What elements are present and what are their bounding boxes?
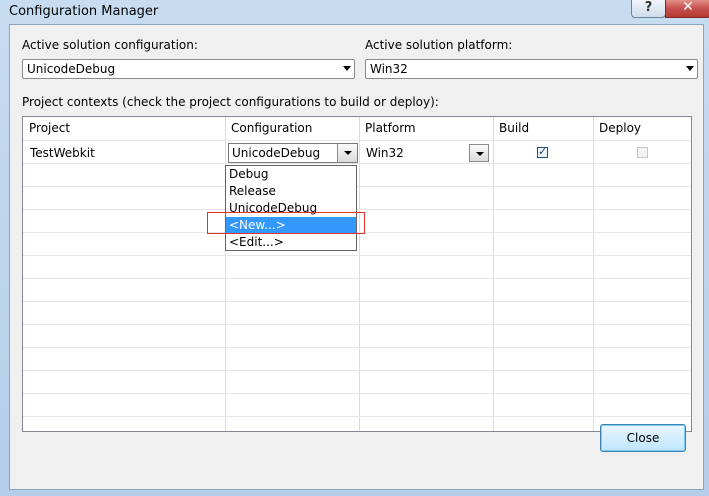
build-checkbox[interactable] xyxy=(537,145,548,158)
close-button[interactable]: Close xyxy=(600,424,686,452)
dropdown-option-release[interactable]: Release xyxy=(226,183,356,200)
active-platform-label: Active solution platform: xyxy=(365,38,513,52)
column-header-deploy[interactable]: Deploy xyxy=(593,117,691,140)
dialog-body: Active solution configuration: UnicodeDe… xyxy=(9,24,704,490)
grid-divider xyxy=(23,370,691,371)
annotation-highlight-box xyxy=(207,212,365,234)
configuration-dropdown-list: Debug Release UnicodeDebug <New...> <Edi… xyxy=(225,165,357,251)
column-header-configuration[interactable]: Configuration xyxy=(225,117,359,140)
grid-divider xyxy=(493,117,494,431)
window-close-button[interactable]: ✕ xyxy=(665,0,709,18)
active-platform-select[interactable]: Win32 xyxy=(365,59,698,79)
row-platform-value: Win32 xyxy=(366,146,404,160)
grid-divider xyxy=(23,140,691,141)
grid-divider xyxy=(593,117,594,431)
project-contexts-label: Project contexts (check the project conf… xyxy=(22,95,439,109)
grid-divider xyxy=(23,301,691,302)
active-config-value: UnicodeDebug xyxy=(27,62,116,76)
configuration-manager-window: Configuration Manager ? ✕ Active solutio… xyxy=(0,0,709,496)
active-config-label: Active solution configuration: xyxy=(22,38,198,52)
dropdown-option-edit[interactable]: <Edit...> xyxy=(226,234,356,251)
project-contexts-grid: Project Configuration Platform Build Dep… xyxy=(22,116,692,432)
active-config-select[interactable]: UnicodeDebug xyxy=(22,59,355,79)
dropdown-option-debug[interactable]: Debug xyxy=(226,166,356,183)
dropdown-arrow-icon[interactable] xyxy=(337,144,357,162)
grid-divider xyxy=(23,393,691,394)
row-platform-select[interactable]: Win32 xyxy=(362,143,492,163)
grid-divider xyxy=(23,163,691,164)
row-configuration-value: UnicodeDebug xyxy=(232,146,321,160)
dropdown-arrow-icon[interactable] xyxy=(469,144,489,162)
grid-divider xyxy=(359,117,360,431)
grid-divider xyxy=(23,278,691,279)
help-button[interactable]: ? xyxy=(631,0,666,18)
grid-divider xyxy=(23,255,691,256)
grid-divider xyxy=(23,209,691,210)
grid-divider xyxy=(23,324,691,325)
row-configuration-select[interactable]: UnicodeDebug xyxy=(228,143,358,163)
chevron-down-icon xyxy=(686,66,694,71)
window-title: Configuration Manager xyxy=(9,4,159,19)
title-bar[interactable]: Configuration Manager ? ✕ xyxy=(0,0,709,24)
chevron-down-icon xyxy=(343,66,351,71)
grid-divider xyxy=(23,186,691,187)
column-header-project[interactable]: Project xyxy=(23,117,225,140)
project-name: TestWebkit xyxy=(30,146,95,160)
active-platform-value: Win32 xyxy=(370,62,408,76)
grid-divider xyxy=(23,347,691,348)
column-header-platform[interactable]: Platform xyxy=(359,117,493,140)
column-header-build[interactable]: Build xyxy=(493,117,593,140)
deploy-checkbox[interactable] xyxy=(637,147,648,158)
grid-divider xyxy=(23,416,691,417)
